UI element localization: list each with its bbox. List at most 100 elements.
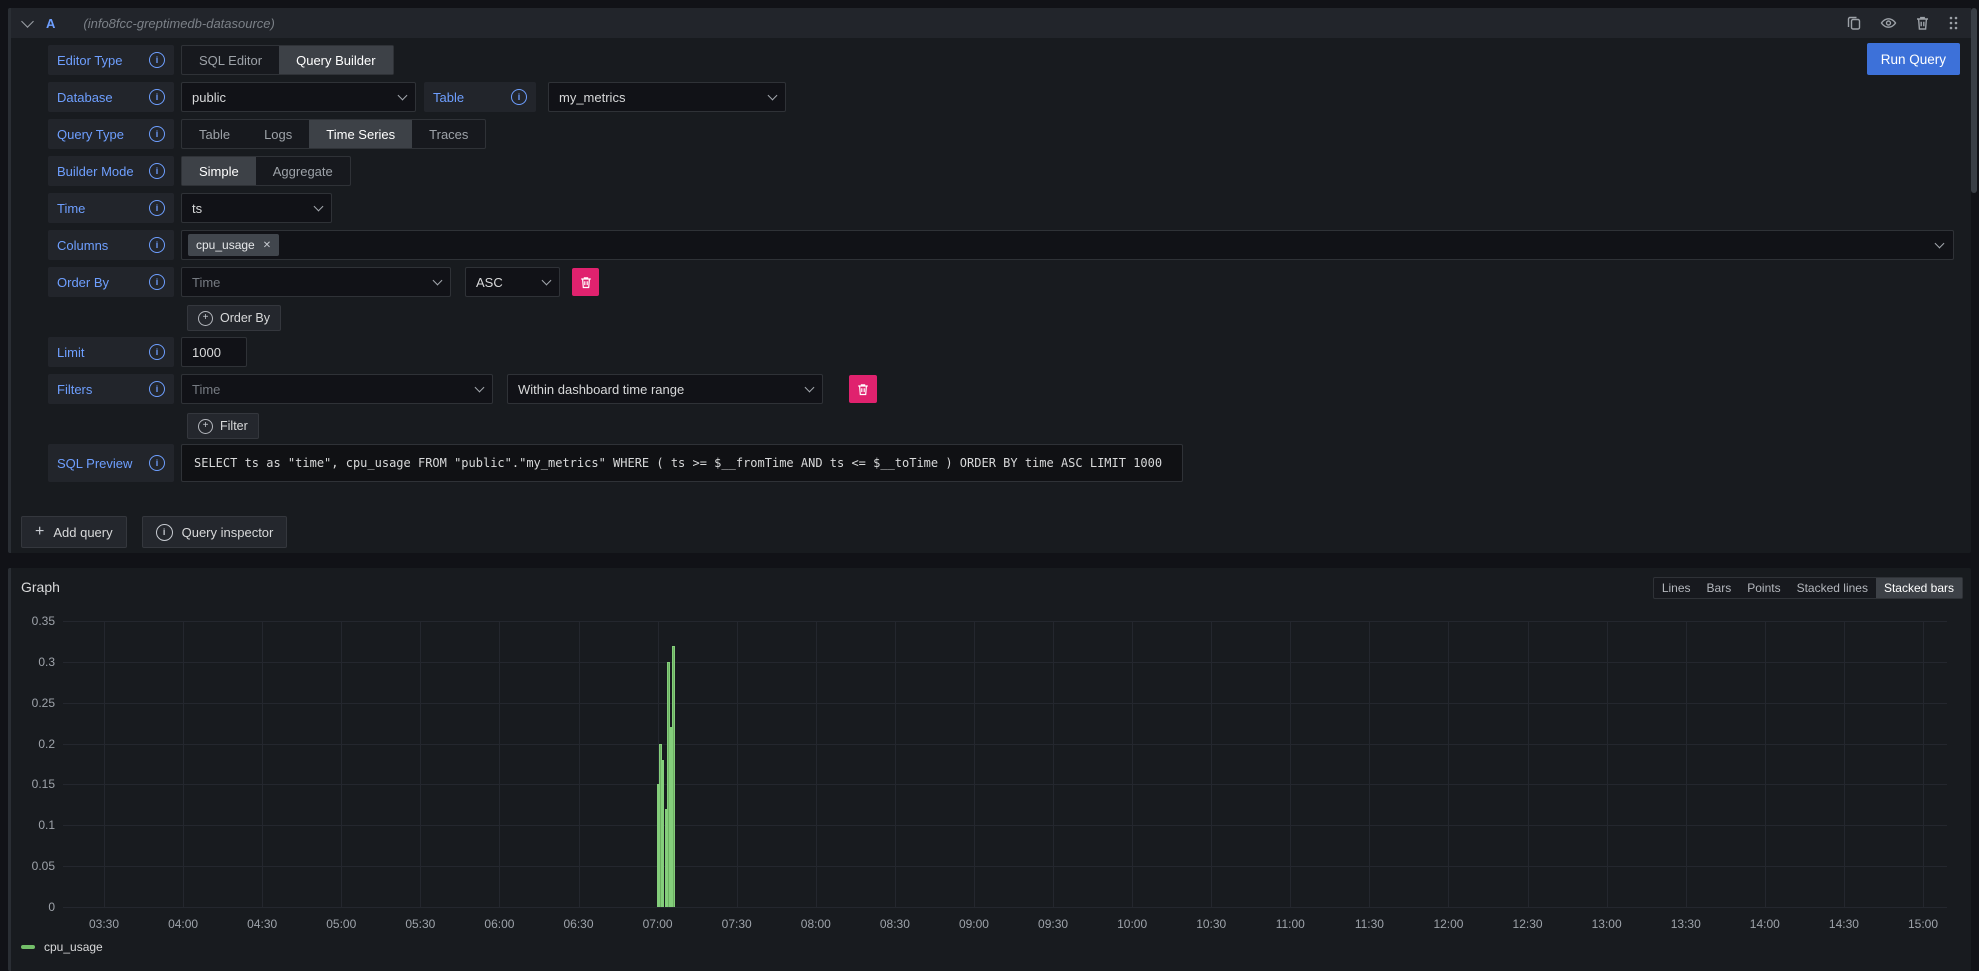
columns-row: Columns i cpu_usage ✕	[48, 230, 1954, 260]
order-by-row: Order By i Time ASC	[48, 267, 1954, 297]
query-inspector-button[interactable]: i Query inspector	[142, 516, 288, 548]
query-type-option-table[interactable]: Table	[182, 120, 247, 148]
builder-mode-option-simple[interactable]: Simple	[182, 157, 256, 185]
query-ref-id[interactable]: A	[46, 16, 55, 31]
editor-type-option-query-builder[interactable]: Query Builder	[279, 46, 392, 74]
time-column-select[interactable]: ts	[181, 193, 332, 223]
query-inspector-label: Query inspector	[182, 525, 274, 540]
legend-series-label: cpu_usage	[44, 940, 103, 954]
x-axis-tick-label: 10:00	[1104, 917, 1160, 931]
x-axis-tick-label: 13:30	[1658, 917, 1714, 931]
graph-panel: Graph Lines Bars Points Stacked lines St…	[8, 568, 1971, 971]
editor-type-label: Editor Type	[57, 53, 123, 68]
info-icon[interactable]: i	[149, 274, 165, 290]
y-axis-tick-label: 0.1	[11, 818, 55, 832]
chart-plot[interactable]: 00.050.10.150.20.250.30.3503:3004:0004:3…	[11, 568, 1974, 971]
add-order-by-label: Order By	[220, 311, 270, 325]
time-column-value: ts	[192, 201, 202, 216]
x-axis-tick-label: 11:30	[1341, 917, 1397, 931]
sql-preview-row: SQL Preview i SELECT ts as "time", cpu_u…	[48, 444, 1954, 482]
info-icon[interactable]: i	[149, 344, 165, 360]
sql-preview-label-box: SQL Preview i	[48, 444, 174, 482]
order-by-direction-select[interactable]: ASC	[465, 267, 560, 297]
y-axis-tick-label: 0	[11, 900, 55, 914]
table-select[interactable]: my_metrics	[548, 82, 786, 112]
database-label: Database	[57, 90, 113, 105]
column-tag-cpu-usage[interactable]: cpu_usage ✕	[188, 234, 279, 256]
x-axis-tick-label: 05:30	[392, 917, 448, 931]
query-type-option-logs[interactable]: Logs	[247, 120, 309, 148]
x-grid-line	[1844, 621, 1845, 907]
order-by-add-row: + Order By	[48, 305, 1954, 331]
info-icon[interactable]: i	[149, 455, 165, 471]
x-axis-tick-label: 14:30	[1816, 917, 1872, 931]
x-axis-tick-label: 04:00	[155, 917, 211, 931]
builder-mode-option-aggregate[interactable]: Aggregate	[256, 157, 350, 185]
delete-query-trash-icon[interactable]	[1915, 15, 1930, 31]
chevron-down-icon	[542, 275, 552, 285]
y-grid-line	[63, 907, 1947, 908]
builder-mode-radio-group: Simple Aggregate	[181, 156, 351, 186]
limit-row: Limit i	[48, 337, 1954, 367]
query-row-header[interactable]: A (info8fcc-greptimedb-datasource)	[11, 8, 1971, 38]
query-type-option-time-series[interactable]: Time Series	[309, 120, 412, 148]
hide-query-eye-icon[interactable]	[1880, 15, 1897, 31]
duplicate-query-icon[interactable]	[1846, 15, 1862, 31]
query-type-option-traces[interactable]: Traces	[412, 120, 485, 148]
order-by-field-select[interactable]: Time	[181, 267, 451, 297]
scrollbar-thumb[interactable]	[1971, 8, 1977, 193]
x-grid-line	[895, 621, 896, 907]
add-query-button[interactable]: + Add query	[21, 516, 127, 548]
run-query-button[interactable]: Run Query	[1867, 43, 1960, 75]
y-axis-tick-label: 0.35	[11, 614, 55, 628]
info-icon[interactable]: i	[149, 163, 165, 179]
order-by-label-box: Order By i	[48, 267, 174, 297]
columns-label: Columns	[57, 238, 108, 253]
remove-filter-button[interactable]	[849, 375, 877, 403]
legend-item-cpu-usage[interactable]: cpu_usage	[21, 940, 103, 954]
info-icon[interactable]: i	[149, 381, 165, 397]
chevron-down-icon	[768, 90, 778, 100]
y-grid-line	[63, 744, 1947, 745]
chevron-down-icon	[433, 275, 443, 285]
info-icon[interactable]: i	[149, 52, 165, 68]
series-bar	[672, 646, 675, 907]
close-icon[interactable]: ✕	[263, 240, 271, 251]
x-grid-line	[1290, 621, 1291, 907]
add-filter-button[interactable]: + Filter	[187, 413, 259, 439]
drag-handle-grip-icon[interactable]	[1948, 15, 1959, 31]
x-grid-line	[1686, 621, 1687, 907]
columns-multiselect[interactable]: cpu_usage ✕	[181, 230, 1954, 260]
builder-mode-label-box: Builder Mode i	[48, 156, 174, 186]
x-grid-line	[262, 621, 263, 907]
y-grid-line	[63, 703, 1947, 704]
info-icon[interactable]: i	[149, 237, 165, 253]
trash-icon	[580, 276, 592, 289]
query-footer: + Add query i Query inspector	[21, 516, 1971, 548]
add-order-by-button[interactable]: + Order By	[187, 305, 281, 331]
x-grid-line	[816, 621, 817, 907]
info-icon[interactable]: i	[149, 126, 165, 142]
x-grid-line	[1607, 621, 1608, 907]
remove-order-by-button[interactable]	[572, 268, 599, 296]
database-select[interactable]: public	[181, 82, 416, 112]
info-icon[interactable]: i	[511, 89, 527, 105]
chevron-down-icon	[1935, 238, 1945, 248]
database-value: public	[192, 90, 226, 105]
info-icon[interactable]: i	[149, 200, 165, 216]
y-grid-line	[63, 784, 1947, 785]
chevron-down-icon[interactable]	[21, 15, 34, 28]
filter-range-select[interactable]: Within dashboard time range	[507, 374, 823, 404]
info-icon[interactable]: i	[149, 89, 165, 105]
datasource-name: (info8fcc-greptimedb-datasource)	[83, 16, 274, 31]
filters-label-box: Filters i	[48, 374, 174, 404]
limit-input[interactable]	[181, 337, 247, 367]
filter-field-select[interactable]: Time	[181, 374, 493, 404]
editor-type-option-sql-editor[interactable]: SQL Editor	[182, 46, 279, 74]
x-axis-tick-label: 11:00	[1262, 917, 1318, 931]
sql-preview-code: SELECT ts as "time", cpu_usage FROM "pub…	[181, 444, 1183, 482]
x-grid-line	[1211, 621, 1212, 907]
column-tag-label: cpu_usage	[196, 238, 255, 252]
x-grid-line	[1053, 621, 1054, 907]
y-axis-tick-label: 0.2	[11, 737, 55, 751]
